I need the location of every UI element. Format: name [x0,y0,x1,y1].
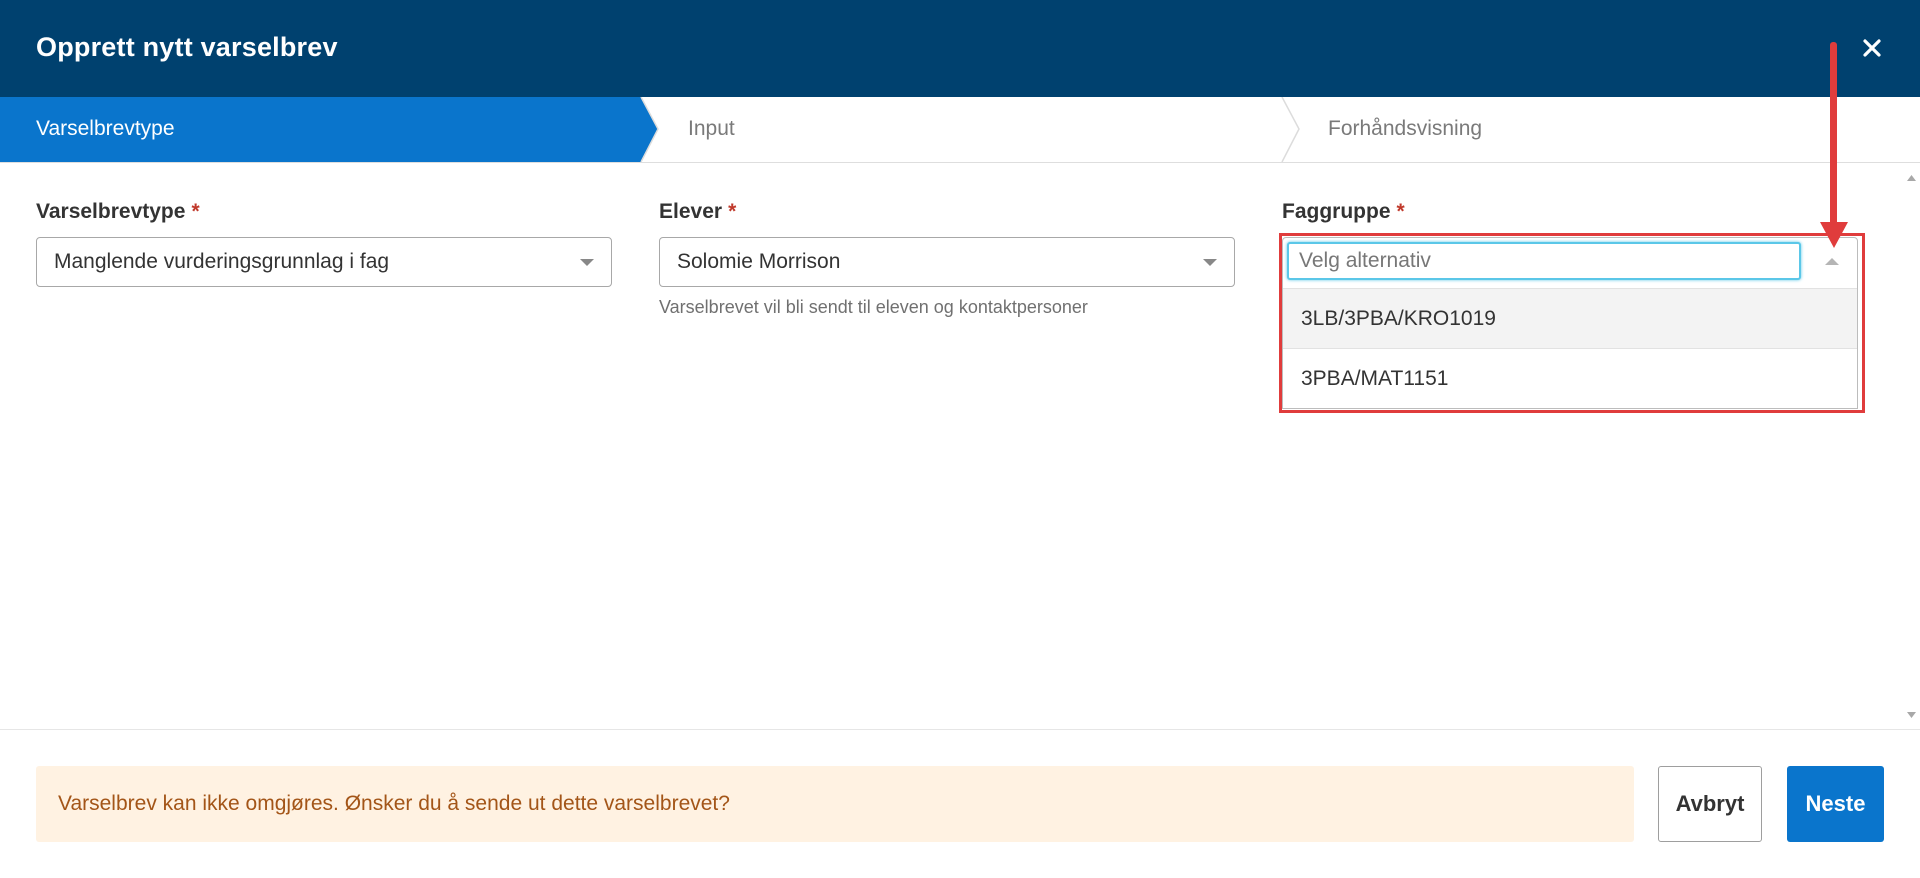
next-button[interactable]: Neste [1787,766,1884,842]
warning-banner: Varselbrev kan ikke omgjøres. Ønsker du … [36,766,1634,842]
warning-text: Varselbrev kan ikke omgjøres. Ønsker du … [58,792,730,815]
annotation-highlight-box [1279,233,1865,413]
elever-label: Elever * [659,200,736,224]
required-marker: * [1396,200,1405,223]
dialog-header: Opprett nytt varselbrev [0,0,1920,97]
varselbrevtype-label: Varselbrevtype * [36,200,200,224]
required-marker: * [728,200,737,223]
footer-divider [0,729,1920,730]
annotation-arrow-head [1820,222,1848,248]
elever-select[interactable]: Solomie Morrison [659,237,1235,287]
dialog-title: Opprett nytt varselbrev [36,32,338,62]
wizard-steps: Varselbrevtype Input Forhåndsvisning [0,97,1920,163]
required-marker: * [191,200,200,223]
varselbrevtype-select[interactable]: Manglende vurderingsgrunnlag i fag [36,237,612,287]
cancel-button[interactable]: Avbryt [1658,766,1762,842]
elever-help-text: Varselbrevet vil bli sendt til eleven og… [659,297,1088,317]
scroll-down-icon [1907,712,1916,718]
steps-background [0,97,1300,162]
faggruppe-label: Faggruppe * [1282,200,1405,224]
elever-value: Solomie Morrison [677,250,841,273]
faggruppe-label-text: Faggruppe [1282,200,1391,223]
step-varselbrevtype[interactable]: Varselbrevtype [36,117,175,141]
scrollbar[interactable] [1903,162,1920,728]
varselbrevtype-value: Manglende vurderingsgrunnlag i fag [54,250,390,273]
scroll-up-icon [1907,175,1916,181]
chevron-down-icon [1203,259,1217,266]
elever-label-text: Elever [659,200,723,223]
close-icon [1863,39,1881,57]
annotation-arrow [1830,42,1837,228]
varselbrevtype-label-text: Varselbrevtype [36,200,186,223]
chevron-down-icon [580,259,594,266]
step-forhandsvisning[interactable]: Forhåndsvisning [1328,117,1482,141]
step-input[interactable]: Input [688,117,735,141]
close-button[interactable] [1854,30,1890,66]
